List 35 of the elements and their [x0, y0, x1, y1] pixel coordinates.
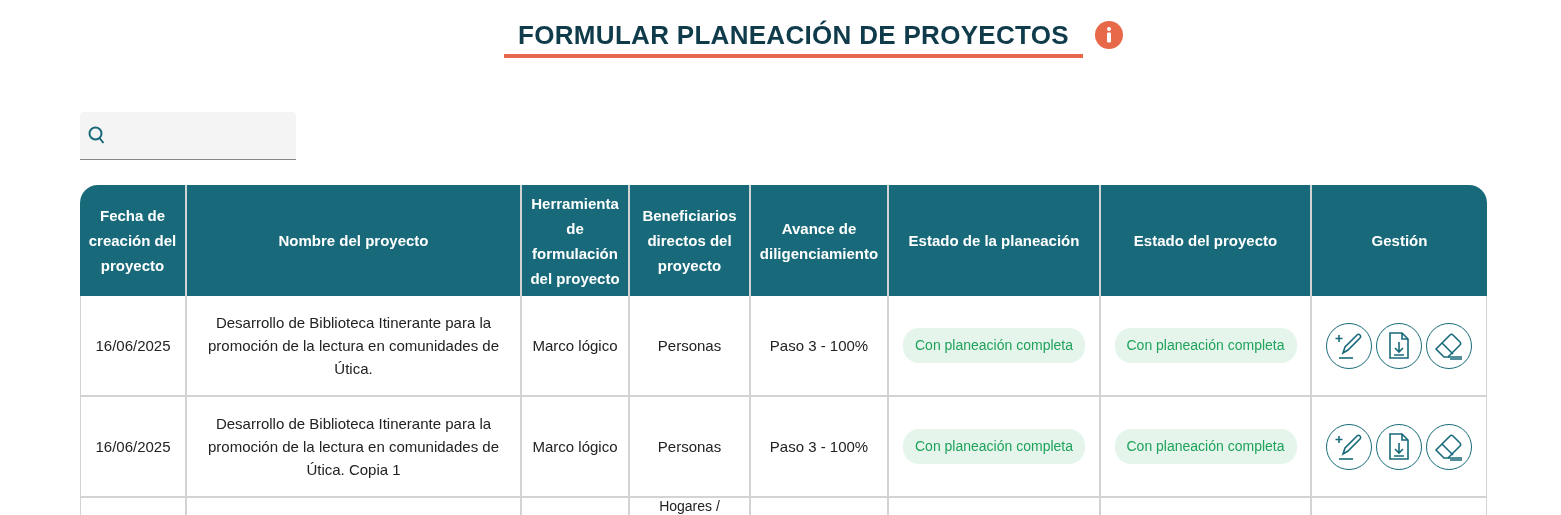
edit-button[interactable]: [1326, 423, 1372, 470]
status-badge: Con planeación completa: [1114, 328, 1297, 363]
download-button[interactable]: [1376, 423, 1422, 470]
column-header: Beneficiarios directos del proyecto: [630, 185, 751, 296]
table-cell: 16/06/2025: [80, 397, 187, 498]
download-button[interactable]: [1376, 322, 1422, 369]
status-badge: Con planeación completa: [1114, 429, 1297, 464]
column-header: Estado del proyecto: [1101, 185, 1312, 296]
document-download-icon: [1386, 431, 1412, 462]
column-header: Gestión: [1312, 185, 1487, 296]
table-cell: Paso 3 - 100%: [769, 438, 869, 455]
table-cell: Personas: [657, 337, 722, 354]
info-icon[interactable]: [1094, 21, 1123, 49]
table-cell: Personas: [657, 438, 722, 455]
status-badge: Con planeación completa: [903, 328, 1085, 363]
column-header: Estado de la planeación: [889, 185, 1101, 296]
page-title: FORMULAR PLANEACIÓN DE PROYECTOS: [504, 20, 1083, 58]
column-header: Herramienta de formulación del proyecto: [522, 185, 630, 296]
table-cell: Marco lógico: [532, 337, 618, 354]
column-header: Nombre del proyecto: [187, 185, 522, 296]
table-cell: Marco lógico: [532, 438, 618, 455]
document-download-icon: [1386, 330, 1412, 361]
table-cell: Desarrollo de Biblioteca Itinerante para la promoción de la lectura en comunidades de Útica.: [208, 314, 499, 377]
table-cell: Desarrollo de Biblioteca Itinerante para la promoción de la lectura en comunidades de Útica. Copia 1: [208, 415, 499, 478]
table-cell: 16/06/2025: [80, 296, 187, 397]
edit-button[interactable]: [1326, 322, 1372, 369]
table-cell: Paso 3 - 100%: [769, 337, 869, 354]
erase-button[interactable]: [1426, 423, 1472, 470]
table-cell: Hogares /: [659, 498, 720, 514]
search-field[interactable]: [80, 112, 296, 160]
status-badge: Con planeación completa: [903, 429, 1085, 464]
column-header: Fecha de creación del proyecto: [80, 185, 187, 296]
erase-button[interactable]: [1426, 322, 1472, 369]
search-icon: [88, 125, 106, 146]
column-header: Avance de diligenciamiento: [751, 185, 889, 296]
